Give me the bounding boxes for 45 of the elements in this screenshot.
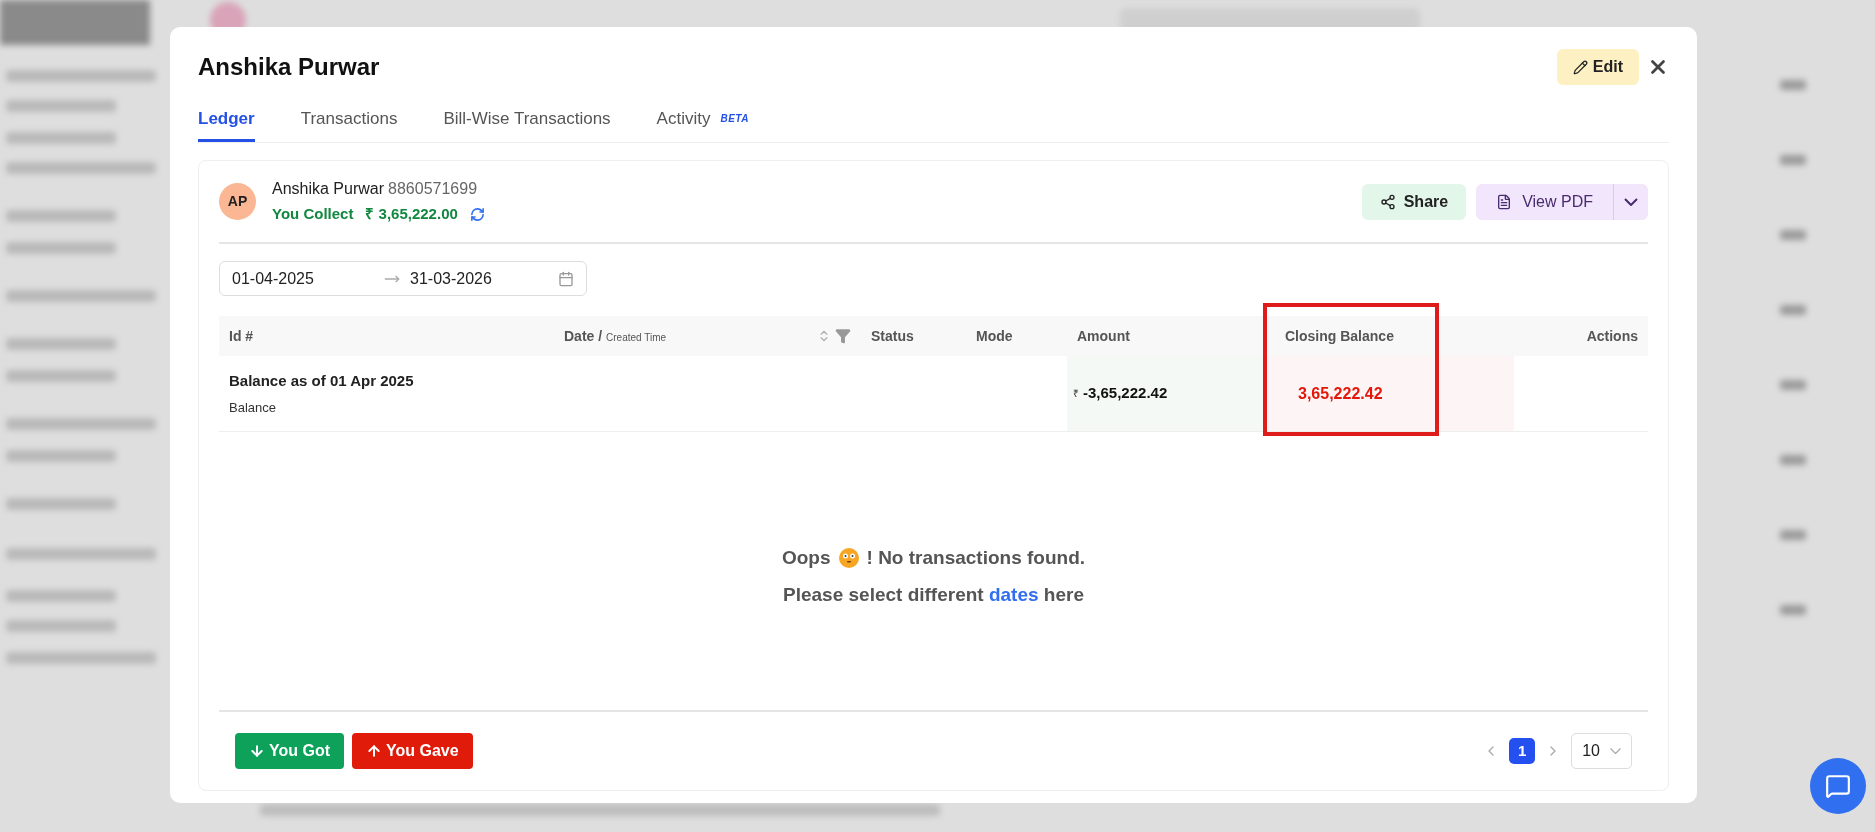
empty-hint: Please select different dates here [783,582,1084,607]
you-gave-button[interactable]: You Gave [352,733,473,769]
column-header: Actions [1586,326,1638,346]
end-date: 31-03-2026 [410,268,493,289]
modal-title: Anshika Purwar [198,52,380,82]
flushed-face-icon [838,548,859,569]
closing-balance-cell-text: 3,65,222.42 [1298,383,1383,404]
chat-icon [1825,773,1851,799]
page-number[interactable]: 1 [1509,738,1536,764]
pdf-file-icon [1496,193,1513,210]
row-title: Balance as of 01 Apr 2025 [229,370,415,391]
dates-link[interactable]: dates [988,583,1039,605]
balance-amount: ₹ 3,65,222.00 [365,204,458,225]
row-type: Balance [229,399,277,417]
share-icon [1379,193,1396,210]
date-range-field[interactable]: 01-04-2025 31-03-2026 [219,261,587,296]
beta-label: BETA [720,111,749,126]
column-header: Mode [976,326,1013,346]
chevron-down-icon [1610,748,1621,754]
balance-label: You Collect [272,204,354,225]
party-phone: 8860571699 [388,179,478,200]
refresh-icon[interactable] [469,207,485,222]
column-header: Closing Balance [1285,326,1394,346]
start-date: 01-04-2025 [232,268,315,289]
share-button[interactable]: Share [1361,183,1467,220]
tab[interactable]: Activity BETA [656,105,749,142]
edit-icon [1572,59,1588,75]
party-name: Anshika Purwar [272,179,385,200]
currency-symbol: ₹ [1073,387,1079,401]
filter-icon[interactable] [835,328,851,344]
calendar-icon [558,270,574,287]
column-header: Id # [229,326,254,346]
column-header: Status [871,326,914,346]
avatar: AP [219,183,256,220]
empty-message-start: Oops [781,546,831,570]
column-header: Date / Created Time [564,326,668,346]
tab[interactable]: Bill-Wise Transactions [443,105,611,142]
edit-button[interactable]: Edit [1556,49,1639,85]
tab[interactable]: Transactions [300,105,398,142]
page-size-select[interactable]: 10 [1571,733,1632,769]
amount-cell-text: -3,65,222.42 [1083,383,1168,404]
column-header: Amount [1077,326,1130,346]
tab[interactable]: Ledger [198,105,255,142]
empty-message: ! No transactions found. [866,546,1086,570]
chevron-down-icon [1624,197,1638,206]
